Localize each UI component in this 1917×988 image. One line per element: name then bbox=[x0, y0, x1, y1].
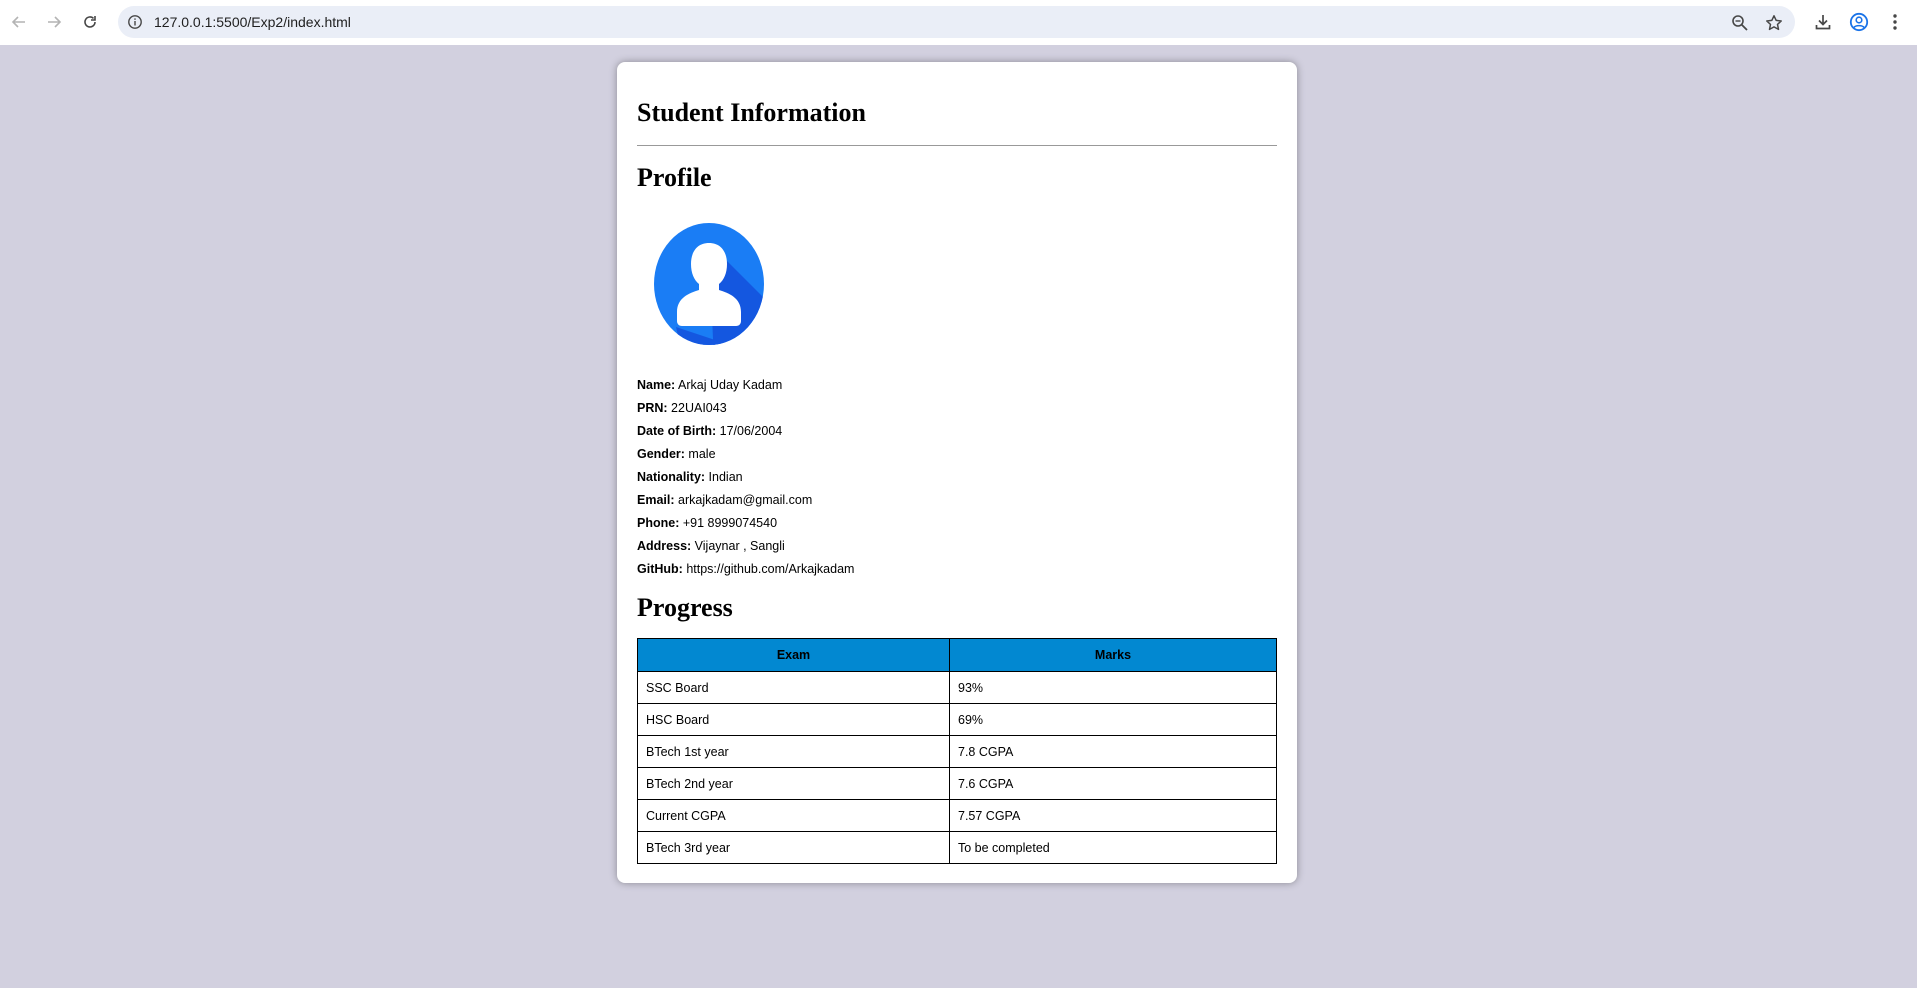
student-card: Student Information Profile Name: Arkaj … bbox=[617, 62, 1297, 883]
profile-icon[interactable] bbox=[1848, 11, 1870, 33]
progress-heading: Progress bbox=[637, 593, 733, 622]
back-arrow-icon[interactable] bbox=[7, 10, 31, 34]
marks-cell: 7.8 CGPA bbox=[949, 735, 1277, 768]
exam-cell: Current CGPA bbox=[637, 799, 950, 832]
browser-toolbar: 127.0.0.1:5500/Exp2/index.html bbox=[0, 0, 1917, 45]
info-row-email: Email: arkajkadam@gmail.com bbox=[637, 493, 813, 507]
info-row-address: Address: Vijaynar , Sangli bbox=[637, 539, 785, 553]
reload-icon[interactable] bbox=[78, 10, 102, 34]
info-row-github: GitHub: https://github.com/Arkajkadam bbox=[637, 562, 855, 576]
info-row-name: Name: Arkaj Uday Kadam bbox=[637, 378, 783, 392]
table-row: Current CGPA 7.57 CGPA bbox=[637, 799, 1277, 832]
progress-table: Exam Marks SSC Board 93% HSC Board 69% B… bbox=[637, 638, 1277, 864]
url-text[interactable]: 127.0.0.1:5500/Exp2/index.html bbox=[154, 14, 351, 30]
column-header-exam: Exam bbox=[637, 638, 950, 672]
download-icon[interactable] bbox=[1812, 11, 1834, 33]
more-menu-icon[interactable] bbox=[1884, 11, 1906, 33]
exam-cell: SSC Board bbox=[637, 671, 950, 704]
zoom-icon[interactable] bbox=[1731, 14, 1749, 32]
marks-cell: 93% bbox=[949, 671, 1277, 704]
column-header-marks: Marks bbox=[949, 638, 1277, 672]
divider bbox=[637, 145, 1277, 146]
info-row-nationality: Nationality: Indian bbox=[637, 470, 743, 484]
table-header-row: Exam Marks bbox=[637, 638, 1277, 672]
info-row-phone: Phone: +91 8999074540 bbox=[637, 516, 778, 530]
table-row: HSC Board 69% bbox=[637, 703, 1277, 736]
marks-cell: 69% bbox=[949, 703, 1277, 736]
profile-info-list: Name: Arkaj Uday Kadam PRN: 22UAI043 Dat… bbox=[637, 374, 854, 581]
table-row: SSC Board 93% bbox=[637, 671, 1277, 704]
table-row: BTech 3rd year To be completed bbox=[637, 831, 1277, 864]
marks-cell: To be completed bbox=[949, 831, 1277, 864]
marks-cell: 7.57 CGPA bbox=[949, 799, 1277, 832]
info-row-dob: Date of Birth: 17/06/2004 bbox=[637, 424, 783, 438]
marks-cell: 7.6 CGPA bbox=[949, 767, 1277, 800]
exam-cell: BTech 2nd year bbox=[637, 767, 950, 800]
bookmark-star-icon[interactable] bbox=[1765, 14, 1783, 32]
table-row: BTech 1st year 7.8 CGPA bbox=[637, 735, 1277, 768]
info-row-gender: Gender: male bbox=[637, 447, 716, 461]
forward-arrow-icon[interactable] bbox=[42, 10, 66, 34]
exam-cell: HSC Board bbox=[637, 703, 950, 736]
info-row-prn: PRN: 22UAI043 bbox=[637, 401, 727, 415]
address-bar[interactable]: 127.0.0.1:5500/Exp2/index.html bbox=[118, 6, 1795, 38]
page-title: Student Information bbox=[637, 98, 866, 127]
table-row: BTech 2nd year 7.6 CGPA bbox=[637, 767, 1277, 800]
avatar bbox=[654, 223, 764, 345]
exam-cell: BTech 3rd year bbox=[637, 831, 950, 864]
profile-heading: Profile bbox=[637, 163, 712, 192]
exam-cell: BTech 1st year bbox=[637, 735, 950, 768]
site-info-icon[interactable] bbox=[127, 14, 143, 30]
